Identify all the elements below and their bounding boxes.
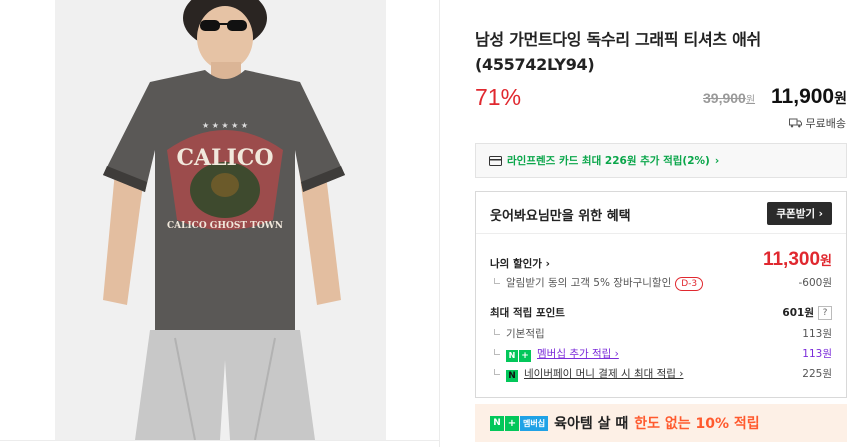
promo-badge-n: N bbox=[490, 415, 504, 431]
benefit-header: 웃어봐요님만을 위한 혜택 쿠폰받기 › bbox=[476, 192, 846, 234]
chevron-right-icon: › bbox=[714, 154, 720, 167]
max-points-label: 최대 적립 포인트 bbox=[490, 307, 565, 319]
get-coupon-button[interactable]: 쿠폰받기 › bbox=[767, 202, 832, 225]
npay-points-value: 225원 bbox=[802, 368, 832, 380]
product-info-pane: 남성 가먼트다잉 독수리 그래픽 티셔츠 애쉬 (455742LY94) 71%… bbox=[440, 0, 850, 447]
help-icon[interactable]: ? bbox=[818, 306, 832, 320]
shipping-info: 무료배송 bbox=[788, 115, 846, 131]
promo-text: 육아템 살 때 bbox=[554, 416, 629, 432]
product-title: 남성 가먼트다잉 독수리 그래픽 티셔츠 애쉬 (455742LY94) bbox=[475, 30, 761, 74]
base-points-value: 113원 bbox=[802, 328, 832, 340]
my-discount-label[interactable]: 나의 할인가 › bbox=[490, 256, 550, 271]
truck-icon bbox=[788, 118, 802, 128]
naver-pay-icon: N bbox=[506, 370, 518, 382]
cart-discount-value: -600원 bbox=[798, 277, 833, 289]
sale-price-value: 11,900 bbox=[771, 85, 835, 108]
promo-badge-member: 멤버십 bbox=[520, 415, 549, 431]
my-discount-price-value: 11,300 bbox=[762, 249, 821, 270]
promo-highlight-text: 한도 없는 10% 적립 bbox=[634, 416, 760, 432]
naver-plus-badge-icon: N + bbox=[506, 350, 531, 362]
membership-points-line: N + 멤버십 추가 적립 › bbox=[494, 346, 619, 362]
base-points-line: 기본적립 bbox=[494, 326, 545, 341]
product-photo[interactable]: CALICO CALICO GHOST TOWN ★ ★ ★ ★ ★ bbox=[55, 0, 386, 440]
tree-branch-icon bbox=[494, 369, 500, 375]
discount-rate: 71% bbox=[475, 84, 522, 110]
membership-points-link[interactable]: 멤버십 추가 적립 › bbox=[537, 348, 619, 360]
max-points-value: 601원 bbox=[782, 307, 814, 319]
npay-points-line: N 네이버페이 머니 결제 시 최대 적립 › bbox=[494, 366, 683, 382]
tree-branch-icon bbox=[494, 349, 500, 355]
product-image-pane: CALICO CALICO GHOST TOWN ★ ★ ★ ★ ★ bbox=[0, 0, 440, 447]
sale-price-unit: 원 bbox=[834, 90, 847, 106]
cart-discount-line: 알림받기 동의 고객 5% 장바구니할인 D-3 bbox=[494, 275, 704, 291]
tree-branch-icon bbox=[494, 329, 500, 335]
base-points-label: 기본적립 bbox=[506, 328, 545, 340]
shipping-label: 무료배송 bbox=[805, 117, 846, 130]
product-photo-illustration: CALICO CALICO GHOST TOWN ★ ★ ★ ★ ★ bbox=[55, 0, 386, 440]
credit-card-icon bbox=[489, 155, 502, 166]
svg-text:★ ★ ★ ★ ★: ★ ★ ★ ★ ★ bbox=[202, 121, 248, 130]
naver-membership-badge-icon: N + 멤버십 bbox=[490, 415, 549, 431]
membership-promo-banner[interactable]: N + 멤버십 육아템 살 때 한도 없는 10% 적립 bbox=[475, 404, 847, 442]
my-discount-price: 11,300원 bbox=[763, 249, 832, 271]
original-price-unit: 원 bbox=[745, 95, 756, 106]
membership-points-value: 113원 bbox=[802, 348, 832, 360]
original-price: 39,900원 bbox=[703, 90, 755, 106]
shirt-print-top: CALICO bbox=[176, 145, 273, 171]
benefit-box: 웃어봐요님만을 위한 혜택 쿠폰받기 › 나의 할인가 › 11,300원 알림… bbox=[475, 191, 847, 398]
benefit-title: 웃어봐요님만을 위한 혜택 bbox=[490, 209, 631, 224]
photo-divider bbox=[0, 440, 440, 441]
dday-badge: D-3 bbox=[675, 277, 704, 291]
cart-discount-label: 알림받기 동의 고객 5% 장바구니할인 bbox=[506, 277, 672, 289]
original-price-value: 39,900 bbox=[703, 90, 746, 106]
npay-points-link[interactable]: 네이버페이 머니 결제 시 최대 적립 › bbox=[524, 368, 683, 380]
card-banner-text: 라인프렌즈 카드 최대 226원 추가 적립(2%) bbox=[507, 155, 710, 167]
promo-badge-plus: + bbox=[505, 415, 519, 431]
my-discount-price-unit: 원 bbox=[820, 253, 832, 268]
max-points-value-group: 601원? bbox=[782, 305, 832, 320]
tree-branch-icon bbox=[494, 278, 500, 284]
card-benefit-banner[interactable]: 라인프렌즈 카드 최대 226원 추가 적립(2%) › bbox=[475, 143, 847, 178]
sale-price: 11,900원 bbox=[771, 85, 847, 109]
shirt-print-bottom: CALICO GHOST TOWN bbox=[167, 221, 283, 231]
